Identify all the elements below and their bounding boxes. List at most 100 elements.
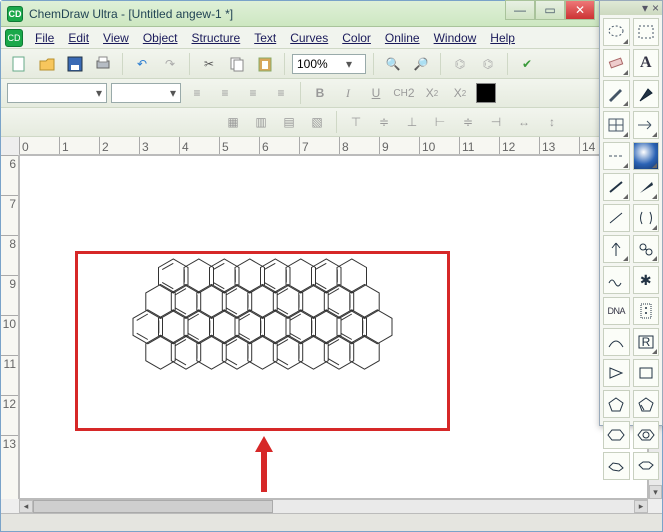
ungroup-button[interactable]: ▥ <box>249 110 273 134</box>
align-r-button[interactable]: ⊣ <box>484 110 508 134</box>
text-tool[interactable]: A <box>633 49 660 77</box>
send-back-button[interactable]: ▧ <box>305 110 329 134</box>
font-size-combo[interactable]: ▾ <box>111 83 181 103</box>
menu-object[interactable]: Object <box>137 29 184 47</box>
scroll-h-track[interactable] <box>33 500 634 513</box>
palette-menu-icon[interactable]: ▾ <box>642 1 648 15</box>
align-bot-button[interactable]: ⊥ <box>400 110 424 134</box>
tools-palette[interactable]: ▾× A ✱ DNA R <box>599 0 663 426</box>
undo-button[interactable]: ↶ <box>130 52 154 76</box>
minimize-button[interactable]: — <box>505 0 535 20</box>
scrollbar-horizontal[interactable]: ◂ ▸ <box>19 499 648 513</box>
marquee-tool[interactable] <box>633 18 660 46</box>
align-left-button[interactable]: ≡ <box>185 81 209 105</box>
tlc-tool[interactable] <box>633 297 660 325</box>
arrow-up-tool[interactable] <box>603 235 630 263</box>
align-top-button[interactable]: ⊤ <box>344 110 368 134</box>
atom-label-tool[interactable]: ✱ <box>633 266 660 294</box>
benzene-tool[interactable] <box>633 421 660 449</box>
menu-edit[interactable]: Edit <box>62 29 95 47</box>
distr-v-button[interactable]: ↕ <box>540 110 564 134</box>
template-tool[interactable]: R <box>633 328 660 356</box>
font-family-combo[interactable]: ▾ <box>7 83 107 103</box>
menu-online[interactable]: Online <box>379 29 426 47</box>
palette-header[interactable]: ▾× <box>600 1 662 15</box>
chemical-structure[interactable] <box>78 254 447 428</box>
clean-structure-button[interactable]: ⌬ <box>448 52 472 76</box>
curve-tool[interactable] <box>603 328 630 356</box>
bond-tool[interactable] <box>603 173 630 201</box>
color-picker-button[interactable] <box>476 83 496 103</box>
analysis-button[interactable]: ⌬ <box>476 52 500 76</box>
menu-text[interactable]: Text <box>248 29 282 47</box>
dash-tool[interactable] <box>603 142 630 170</box>
single-bond-tool[interactable] <box>603 204 630 232</box>
maximize-button[interactable]: ▭ <box>535 0 565 20</box>
chemistry-tool[interactable] <box>633 235 660 263</box>
align-mid-button[interactable]: ≑ <box>372 110 396 134</box>
scroll-right-button[interactable]: ▸ <box>634 500 648 513</box>
zoom-combo[interactable]: ▾ <box>292 54 366 74</box>
dna-tool[interactable]: DNA <box>603 297 630 325</box>
open-button[interactable] <box>35 52 59 76</box>
align-right-button[interactable]: ≡ <box>241 81 265 105</box>
check-button[interactable]: ✔ <box>515 52 539 76</box>
h-tick: 3 <box>139 137 179 154</box>
italic-button[interactable]: I <box>336 81 360 105</box>
pen-tool[interactable] <box>603 80 630 108</box>
eraser-tool[interactable] <box>603 49 630 77</box>
subscript-button[interactable]: X2 <box>420 81 444 105</box>
app-menu-icon[interactable]: CD <box>5 29 23 47</box>
hexagon-tool[interactable] <box>603 421 630 449</box>
save-button[interactable] <box>63 52 87 76</box>
group-button[interactable]: ▦ <box>221 110 245 134</box>
menu-structure[interactable]: Structure <box>186 29 247 47</box>
bold-button[interactable]: B <box>308 81 332 105</box>
paste-button[interactable] <box>253 52 277 76</box>
bracket-tool[interactable] <box>633 204 660 232</box>
zoom-dropdown-icon[interactable]: ▾ <box>341 57 357 71</box>
distr-h-button[interactable]: ↔ <box>512 110 536 134</box>
new-button[interactable] <box>7 52 31 76</box>
menu-curves[interactable]: Curves <box>284 29 334 47</box>
cut-button[interactable]: ✂ <box>197 52 221 76</box>
scroll-down-button[interactable]: ▾ <box>649 485 662 499</box>
wedge-tool[interactable] <box>633 173 660 201</box>
square-tool[interactable] <box>633 359 660 387</box>
align-l-button[interactable]: ⊢ <box>428 110 452 134</box>
palette-close-icon[interactable]: × <box>652 1 659 15</box>
close-button[interactable]: ✕ <box>565 0 595 20</box>
pentagon-tool[interactable] <box>603 390 630 418</box>
chair-tool[interactable] <box>603 452 630 480</box>
table-tool[interactable] <box>603 111 630 139</box>
zoom-input[interactable] <box>297 57 341 71</box>
lasso-tool[interactable] <box>603 18 630 46</box>
orbital-tool[interactable] <box>633 142 660 170</box>
menu-window[interactable]: Window <box>428 29 483 47</box>
menu-color[interactable]: Color <box>336 29 377 47</box>
bring-front-button[interactable]: ▤ <box>277 110 301 134</box>
justify-button[interactable]: ≡ <box>269 81 293 105</box>
zoom-in-button[interactable]: 🔍 <box>381 52 405 76</box>
align-c-button[interactable]: ≑ <box>456 110 480 134</box>
zoom-out-button[interactable]: 🔎 <box>409 52 433 76</box>
menu-view[interactable]: View <box>97 29 135 47</box>
underline-button[interactable]: U <box>364 81 388 105</box>
arrow-tool[interactable] <box>633 111 660 139</box>
boat-tool[interactable] <box>633 452 660 480</box>
wavy-bond-tool[interactable] <box>603 266 630 294</box>
menu-file[interactable]: File <box>29 29 60 47</box>
copy-button[interactable] <box>225 52 249 76</box>
fountain-pen-tool[interactable] <box>633 80 660 108</box>
triangle-tool[interactable] <box>603 359 630 387</box>
superscript-button[interactable]: X2 <box>448 81 472 105</box>
print-button[interactable] <box>91 52 115 76</box>
menu-help[interactable]: Help <box>484 29 521 47</box>
redo-button[interactable]: ↷ <box>158 52 182 76</box>
align-center-button[interactable]: ≡ <box>213 81 237 105</box>
cyclopentadiene-tool[interactable] <box>633 390 660 418</box>
scroll-left-button[interactable]: ◂ <box>19 500 33 513</box>
drawing-canvas[interactable] <box>19 155 648 499</box>
formula-button[interactable]: CH2 <box>392 81 416 105</box>
scroll-h-thumb[interactable] <box>33 500 273 513</box>
